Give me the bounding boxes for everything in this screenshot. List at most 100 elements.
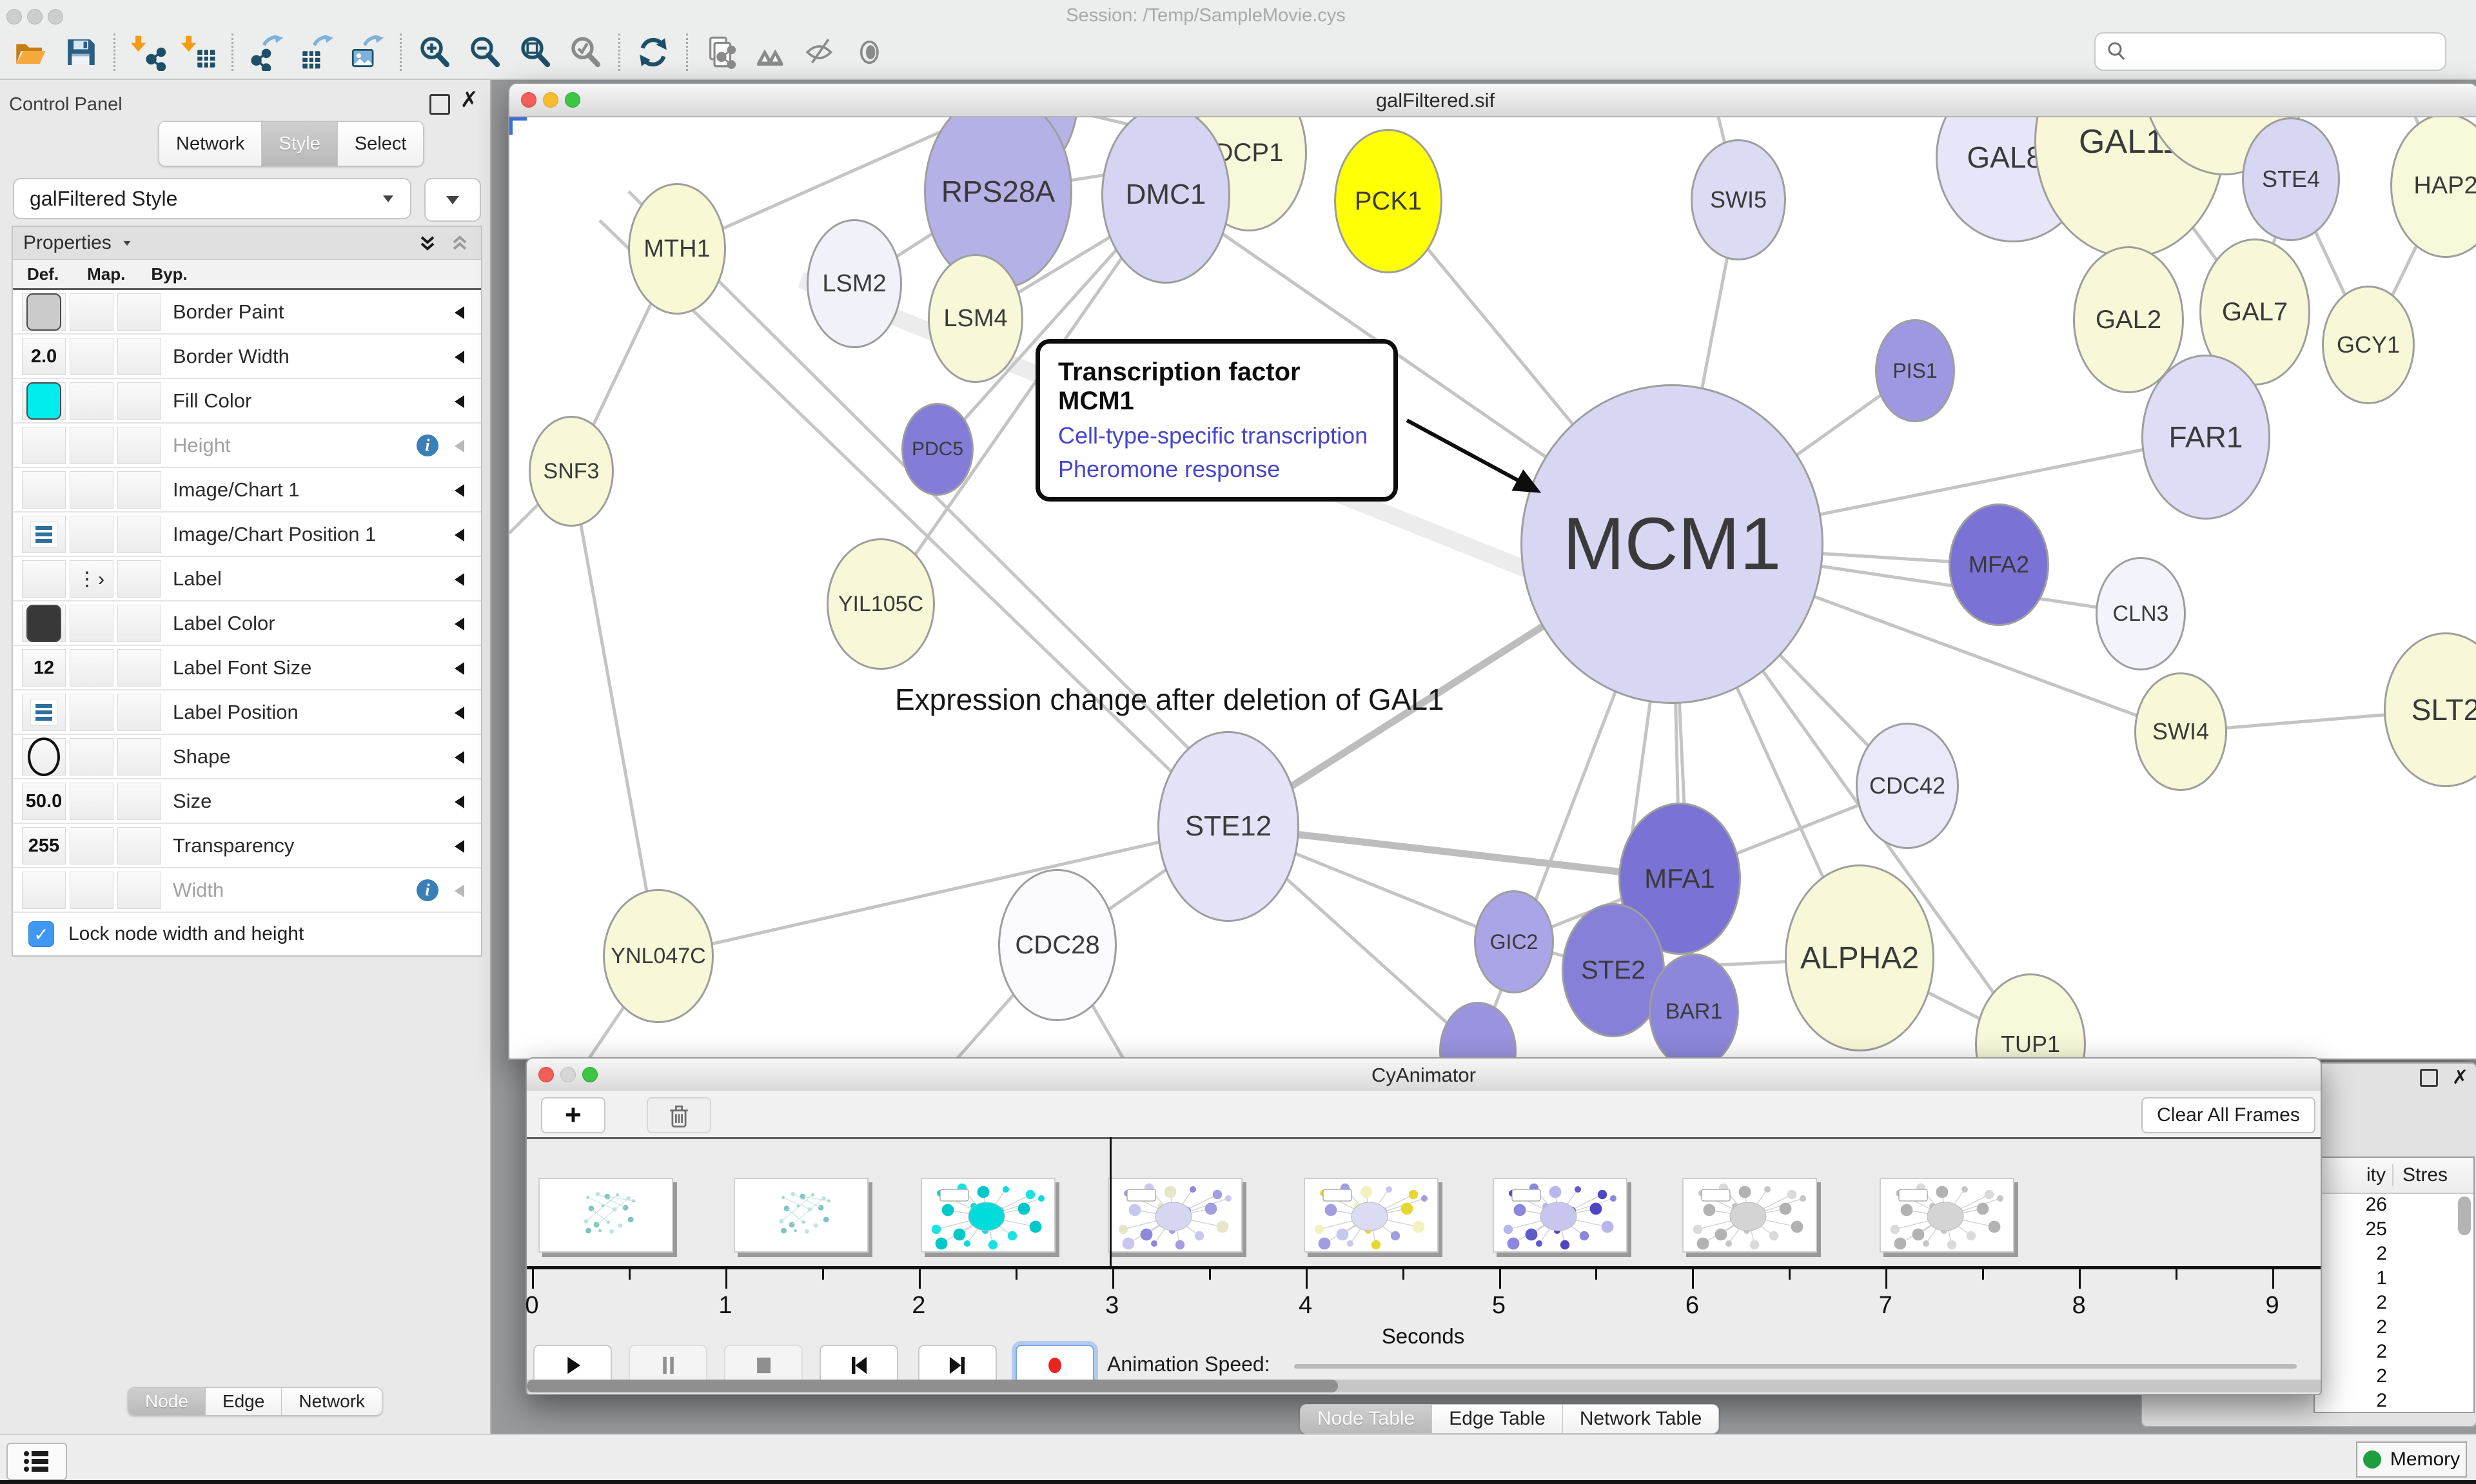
network-node-CDC42[interactable]: CDC42 <box>1856 723 1959 849</box>
column-header-stress[interactable]: Stres <box>2393 1164 2448 1186</box>
property-row-border-paint[interactable]: Border Paint <box>13 290 481 335</box>
network-node-SWI4[interactable]: SWI4 <box>2134 672 2227 791</box>
mapping-cell[interactable] <box>70 649 113 687</box>
property-row-label[interactable]: ⋮›Label <box>13 557 481 601</box>
info-icon[interactable]: i <box>417 434 438 456</box>
network-node-LSM2[interactable]: LSM2 <box>807 219 902 348</box>
import-network-icon[interactable] <box>127 31 170 73</box>
search-input[interactable] <box>2094 32 2446 71</box>
network-node-PCK1[interactable]: PCK1 <box>1334 129 1442 273</box>
collapse-all-icon[interactable] <box>449 232 471 254</box>
scrollbar-thumb[interactable] <box>527 1380 1338 1392</box>
bypass-cell[interactable] <box>117 560 161 598</box>
tab-node-table[interactable]: Node Table <box>1301 1405 1432 1433</box>
bypass-cell[interactable] <box>117 605 161 642</box>
property-row-size[interactable]: 50.0Size <box>13 779 481 824</box>
network-node-YIL105C[interactable]: YIL105C <box>827 538 935 670</box>
property-row-shape[interactable]: Shape <box>13 735 481 779</box>
tab-network[interactable]: Network <box>282 1388 382 1415</box>
bypass-cell[interactable] <box>117 516 161 553</box>
export-table-icon[interactable] <box>295 31 338 73</box>
expand-property-icon[interactable] <box>455 529 464 542</box>
table-row[interactable]: 2 <box>2315 1243 2473 1267</box>
expand-property-icon[interactable] <box>455 351 464 364</box>
timeline-playhead[interactable] <box>1110 1137 1112 1266</box>
network-node-CLN3[interactable]: CLN3 <box>2096 557 2186 670</box>
zoom-out-icon[interactable] <box>464 31 506 73</box>
expand-property-icon[interactable] <box>455 840 464 853</box>
close-panel-icon[interactable]: ✗ <box>460 92 479 108</box>
frame-thumbnail-4[interactable] <box>1108 1178 1243 1253</box>
network-node-GIC2[interactable]: GIC2 <box>1474 890 1554 993</box>
zoom-fit-icon[interactable] <box>514 31 556 73</box>
network-node-FAR1[interactable]: FAR1 <box>2141 355 2270 520</box>
network-node-MFA2[interactable]: MFA2 <box>1949 503 2049 626</box>
table-row[interactable]: 2 <box>2315 1292 2473 1316</box>
mapping-cell[interactable] <box>70 738 113 776</box>
property-row-image-chart-1[interactable]: Image/Chart 1 <box>13 468 481 513</box>
table-row[interactable]: 2 <box>2315 1365 2473 1390</box>
default-value-cell[interactable] <box>22 694 66 731</box>
network-node-PDC5[interactable]: PDC5 <box>901 403 974 496</box>
delete-frame-button[interactable] <box>647 1097 711 1133</box>
network-window-titlebar[interactable]: galFiltered.sif <box>509 84 2476 117</box>
network-node-GCY1[interactable]: GCY1 <box>2322 286 2415 404</box>
expand-property-icon[interactable] <box>455 395 464 408</box>
expand-all-icon[interactable] <box>417 232 438 254</box>
network-node-YNL047C[interactable]: YNL047C <box>603 889 714 1023</box>
expand-property-icon[interactable] <box>455 796 464 808</box>
float-panel-icon[interactable] <box>429 94 450 115</box>
save-session-icon[interactable] <box>59 31 102 73</box>
network-node-CDC28[interactable]: CDC28 <box>998 869 1117 1021</box>
expand-property-icon[interactable] <box>455 884 464 897</box>
bypass-cell[interactable] <box>117 293 161 331</box>
bypass-cell[interactable] <box>117 827 161 864</box>
network-canvas[interactable]: DCP1RPS28ADMC1PCK1SWI5GAL80GAL11STE4HAP2… <box>509 117 2476 1059</box>
bypass-cell[interactable] <box>117 694 161 731</box>
add-frame-button[interactable]: + <box>541 1097 605 1133</box>
bypass-cell[interactable] <box>117 738 161 776</box>
network-node-MCM1[interactable]: MCM1 <box>1520 384 1823 704</box>
expand-property-icon[interactable] <box>455 662 464 675</box>
network-node-SWI5[interactable]: SWI5 <box>1691 139 1786 260</box>
mapping-cell[interactable] <box>70 605 113 642</box>
info-icon[interactable]: i <box>417 879 438 901</box>
clear-all-frames-button[interactable]: Clear All Frames <box>2141 1097 2315 1133</box>
property-row-label-position[interactable]: Label Position <box>13 690 481 735</box>
refresh-icon[interactable] <box>632 31 674 73</box>
memory-button[interactable]: Memory <box>2356 1441 2467 1478</box>
network-node-ALPHA2[interactable]: ALPHA2 <box>1785 864 1934 1051</box>
network-node-STE4[interactable]: STE4 <box>2242 117 2340 241</box>
default-value-cell[interactable]: 255 <box>22 827 66 864</box>
properties-header[interactable]: Properties <box>13 227 481 260</box>
hide-selected-icon[interactable] <box>800 31 843 73</box>
table-row[interactable]: 1 <box>2315 1267 2473 1292</box>
minimize-window-button[interactable] <box>27 9 43 24</box>
tab-node[interactable]: Node <box>128 1388 206 1415</box>
expand-property-icon[interactable] <box>455 751 464 764</box>
show-all-icon[interactable] <box>850 31 893 73</box>
network-snapshot-icon[interactable] <box>700 31 742 73</box>
expand-property-icon[interactable] <box>455 573 464 586</box>
expand-property-icon[interactable] <box>455 440 464 453</box>
zoom-window-button[interactable] <box>48 9 63 24</box>
default-value-cell[interactable]: 50.0 <box>22 783 66 820</box>
mapping-cell[interactable] <box>70 382 113 420</box>
network-node-STE12[interactable]: STE12 <box>1157 731 1299 922</box>
mapping-cell[interactable] <box>70 694 113 731</box>
default-value-cell[interactable] <box>22 427 66 464</box>
frame-thumbnail-6[interactable] <box>1493 1178 1627 1253</box>
mapping-cell[interactable] <box>70 827 113 864</box>
table-row[interactable]: 26 <box>2315 1194 2473 1218</box>
bypass-cell[interactable] <box>117 427 161 464</box>
bypass-cell[interactable] <box>117 382 161 420</box>
annotation-link[interactable]: Cell-type-specific transcription <box>1058 422 1375 449</box>
first-neighbors-icon[interactable] <box>750 31 792 73</box>
table-row[interactable]: 25 <box>2315 1218 2473 1243</box>
network-node-PIS1[interactable]: PIS1 <box>1875 319 1955 422</box>
bypass-cell[interactable] <box>117 338 161 375</box>
close-window-button[interactable] <box>6 9 22 24</box>
style-options-button[interactable] <box>424 178 481 222</box>
column-header-centrality[interactable]: ity <box>2315 1164 2393 1186</box>
table-row[interactable]: 2 <box>2315 1316 2473 1341</box>
